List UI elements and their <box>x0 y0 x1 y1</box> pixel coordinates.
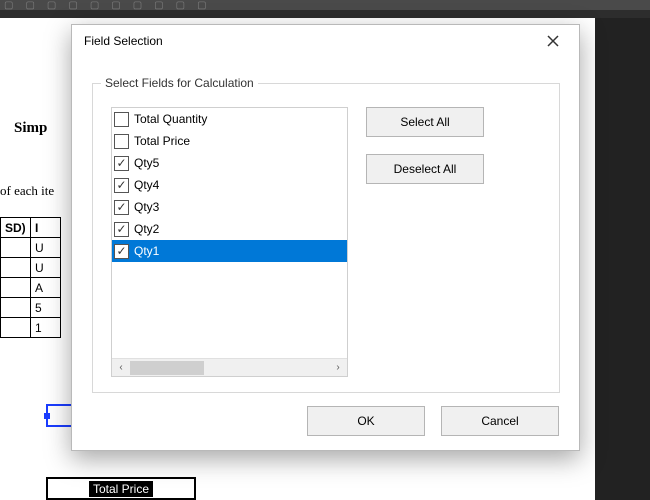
scroll-left-icon[interactable]: ‹ <box>112 359 130 377</box>
form-field-total-price[interactable]: Total Price <box>46 477 196 500</box>
horizontal-scrollbar[interactable]: ‹ › <box>112 358 347 376</box>
table-cell: U <box>31 258 61 278</box>
checkbox-icon[interactable] <box>114 112 129 127</box>
table-cell: 1 <box>31 318 61 338</box>
checkbox-icon[interactable]: ✓ <box>114 222 129 237</box>
list-item[interactable]: Total Price <box>112 130 347 152</box>
list-item[interactable]: ✓ Qty1 <box>112 240 347 262</box>
select-all-button[interactable]: Select All <box>366 107 484 137</box>
list-item[interactable]: ✓ Qty5 <box>112 152 347 174</box>
calculation-groupbox: Select Fields for Calculation Total Quan… <box>92 83 560 393</box>
scrollbar-track[interactable] <box>130 361 329 375</box>
checkbox-icon[interactable]: ✓ <box>114 200 129 215</box>
list-item-label: Qty4 <box>134 178 159 192</box>
checkbox-icon[interactable] <box>114 134 129 149</box>
app-sidebar-dark <box>595 18 650 500</box>
doc-heading: Simp <box>14 120 47 137</box>
table-cell: U <box>31 238 61 258</box>
field-listbox[interactable]: Total Quantity Total Price ✓ Qty5 ✓ Qty4 ✓ Qty3… <box>111 107 348 377</box>
field-selection-dialog: Field Selection Select Fields for Calcul… <box>71 24 580 451</box>
groupbox-label: Select Fields for Calculation <box>101 76 258 90</box>
checkbox-icon[interactable]: ✓ <box>114 178 129 193</box>
list-item[interactable]: ✓ Qty3 <box>112 196 347 218</box>
ok-button[interactable]: OK <box>307 406 425 436</box>
dialog-button-row: OK Cancel <box>307 406 559 436</box>
cancel-button[interactable]: Cancel <box>441 406 559 436</box>
list-item-label: Qty1 <box>134 244 159 258</box>
scrollbar-thumb[interactable] <box>130 361 204 375</box>
form-field-label: Total Price <box>89 481 153 497</box>
scroll-right-icon[interactable]: › <box>329 359 347 377</box>
deselect-all-button[interactable]: Deselect All <box>366 154 484 184</box>
close-button[interactable] <box>533 27 573 55</box>
list-item-label: Total Price <box>134 134 190 148</box>
list-item-label: Total Quantity <box>134 112 207 126</box>
table-cell: 5 <box>31 298 61 318</box>
background-table: SD) I U U A 5 1 <box>0 217 61 338</box>
table-header-cell: I <box>31 218 61 238</box>
dialog-titlebar: Field Selection <box>72 25 579 57</box>
list-item[interactable]: ✓ Qty4 <box>112 174 347 196</box>
list-item-label: Qty3 <box>134 200 159 214</box>
app-toolbar: ▢▢▢▢▢ ▢▢▢▢▢ <box>0 0 650 18</box>
dialog-title: Field Selection <box>84 34 163 48</box>
checkbox-icon[interactable]: ✓ <box>114 156 129 171</box>
doc-subtext: of each ite <box>0 183 54 199</box>
list-item-label: Qty5 <box>134 156 159 170</box>
list-item[interactable]: Total Quantity <box>112 108 347 130</box>
list-item[interactable]: ✓ Qty2 <box>112 218 347 240</box>
checkbox-icon[interactable]: ✓ <box>114 244 129 259</box>
close-icon <box>547 35 559 47</box>
list-item-label: Qty2 <box>134 222 159 236</box>
table-cell: A <box>31 278 61 298</box>
table-header-cell: SD) <box>1 218 31 238</box>
